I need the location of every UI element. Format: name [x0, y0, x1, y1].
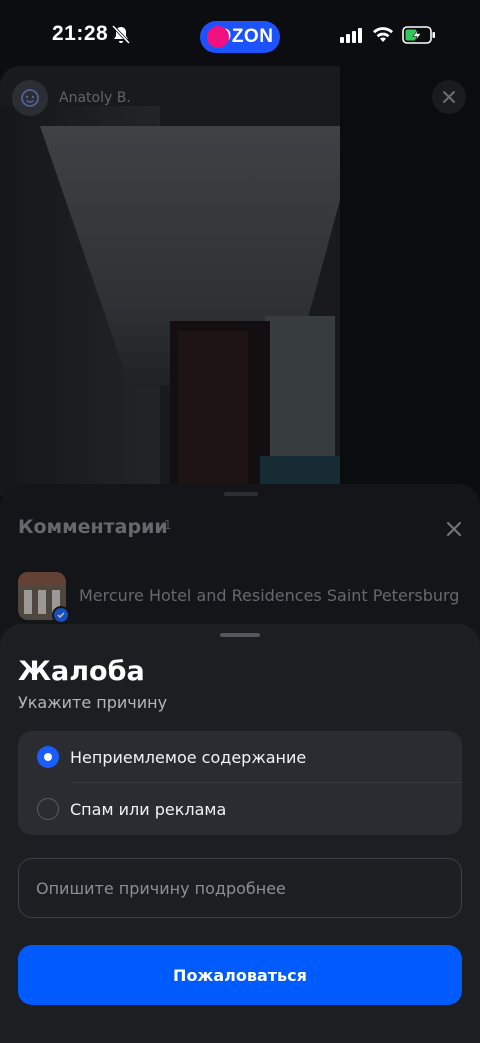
close-icon: [443, 91, 455, 103]
avatar: [12, 80, 48, 116]
reason-option-inappropriate[interactable]: Неприемлемое содержание: [18, 731, 462, 783]
reason-options: Неприемлемое содержание Спам или реклама: [18, 731, 462, 835]
reason-option-spam[interactable]: Спам или реклама: [18, 783, 462, 835]
screen: 21:28 OZON Anatoly B. Комментарии 1 Merc…: [0, 0, 480, 1043]
avatar-face-icon: [21, 89, 39, 107]
status-time: 21:28: [52, 22, 109, 45]
photo-dim: [0, 66, 480, 496]
wifi-icon: [372, 25, 394, 47]
reason-option-label: Неприемлемое содержание: [70, 747, 307, 767]
photo-author[interactable]: Anatoly B.: [12, 80, 131, 116]
complaint-sheet: Жалоба Укажите причину Неприемлемое соде…: [0, 624, 480, 1043]
submit-complaint-button[interactable]: Пожаловаться: [18, 945, 462, 1005]
reason-option-label: Спам или реклама: [70, 799, 227, 819]
ozon-logo-dot: [207, 26, 229, 48]
reason-details-input[interactable]: [18, 858, 462, 918]
author-name: Anatoly B.: [59, 90, 131, 106]
battery-charging-icon: [402, 26, 436, 48]
status-bar: 21:28 OZON: [0, 0, 480, 70]
radio-selected-icon[interactable]: [37, 746, 59, 768]
ozon-app-badge[interactable]: OZON: [200, 21, 280, 53]
complaint-title: Жалоба: [18, 656, 145, 687]
complaint-sheet-handle[interactable]: [220, 633, 260, 637]
review-photo[interactable]: [0, 66, 480, 496]
bell-muted-icon: [111, 24, 131, 45]
complaint-subtitle: Укажите причину: [18, 693, 168, 712]
radio-unselected-icon[interactable]: [37, 798, 59, 820]
cellular-signal-icon: [340, 27, 362, 47]
photo-close-button[interactable]: [432, 80, 466, 114]
